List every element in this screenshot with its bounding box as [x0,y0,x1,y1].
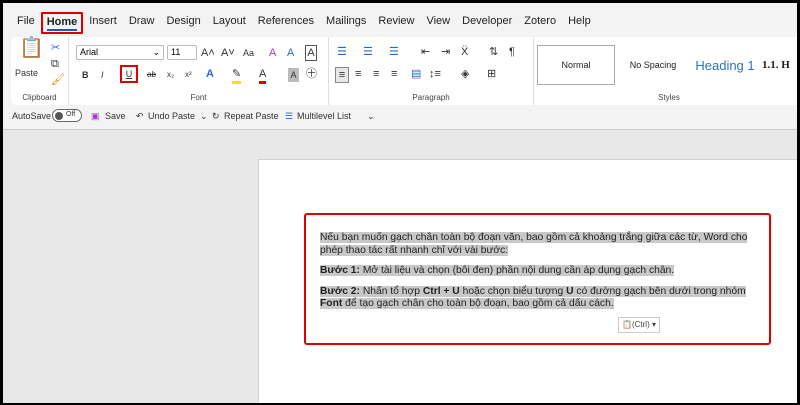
paragraph-group: ☰ ☰ ☰ ⇤ ⇥ Ẍ ⇅ ¶ ≡ ≡ ≡ ≡ ▤ ↕≡ ◈ ⊞ Paragra… [329,37,534,105]
clipboard-icon: 📋 [622,320,632,329]
ribbon-tabs: File Home Insert Draw Design Layout Refe… [3,12,597,34]
underline-button[interactable]: U [120,65,138,83]
multilevel-list-icon[interactable]: ☰ [389,45,399,59]
repeat-icon[interactable]: ↻ [212,111,220,122]
format-painter-icon[interactable]: 🖌 [51,73,65,87]
sort-icon[interactable]: ⇅ [489,45,498,59]
change-case-button[interactable]: Aa [243,46,254,60]
style-heading-2[interactable]: 1.1. H [762,45,797,85]
font-label: Font [190,93,207,102]
distributed-icon[interactable]: ▤ [411,67,421,81]
font-color-icon[interactable]: A [259,67,267,84]
save-icon[interactable]: ▣ [91,111,100,122]
undo-icon[interactable]: ↶ [136,111,144,122]
decrease-indent-icon[interactable]: ⇤ [421,45,430,59]
character-shading-icon[interactable]: A [288,68,299,82]
step-1-text: Mở tài liệu và chọn (bôi đen) phần nội d… [359,265,675,276]
style-heading-1[interactable]: Heading 1 [690,45,760,85]
strikethrough-icon[interactable]: ab [147,68,156,82]
paste-options-button[interactable]: 📋(Ctrl) ▾ [618,317,660,333]
paste-icon[interactable]: 📋 [19,38,44,58]
align-right-icon[interactable]: ≡ [373,67,379,81]
paragraph-intro: Nếu bạn muốn gạch chân toàn bộ đoạn văn,… [320,232,748,256]
tab-mailings[interactable]: Mailings [320,12,372,34]
autosave-toggle[interactable]: Off [52,109,82,122]
copy-icon[interactable]: ⧉ [51,57,59,71]
superscript-button[interactable]: x² [185,68,192,82]
quick-access-toolbar: AutoSave Off ▣ Save ↶ Undo Paste ⌄ ↻ Rep… [3,107,797,127]
font-group: Arial ⌄ 11 A˄ A˅ Aa A A A B I U ab x₂ x² … [69,37,329,105]
autosave-label: AutoSave [12,111,52,121]
font-name-value: Arial [80,47,99,57]
step-2-text-d: để tạo gạch chân cho toàn bộ đoạn, bao g… [342,298,614,309]
font-size-select[interactable]: 11 [167,45,197,60]
paste-options-label: (Ctrl) [631,320,650,329]
autosave-toggle-state: Off [66,111,76,118]
subscript-button[interactable]: x₂ [167,68,174,82]
text-effects-abc-icon[interactable]: A [287,46,294,60]
step-2-font: Font [320,298,343,309]
shading-icon[interactable]: ◈ [461,67,469,81]
font-size-value: 11 [171,47,181,57]
cut-icon[interactable]: ✂ [51,41,60,55]
styles-group: Normal No Spacing Heading 1 1.1. H Style… [534,37,797,105]
align-left-icon[interactable]: ≡ [335,67,349,83]
tab-developer[interactable]: Developer [456,12,518,34]
bold-button[interactable]: B [82,68,89,82]
tab-file[interactable]: File [11,12,41,34]
paragraph-label: Paragraph [412,93,450,102]
tab-review[interactable]: Review [372,12,420,34]
grow-font-icon[interactable]: A˄ [201,46,215,60]
line-spacing-icon[interactable]: ↕≡ [429,67,441,81]
document-text[interactable]: Nếu bạn muốn gạch chân toàn bộ đoạn văn,… [320,232,757,319]
borders-icon[interactable]: ⊞ [487,67,496,81]
tab-insert[interactable]: Insert [83,12,123,34]
align-center-icon[interactable]: ≡ [355,67,361,81]
tab-help[interactable]: Help [562,12,597,34]
italic-button[interactable]: I [101,68,104,82]
step-2-label: Bước 2: [320,285,360,297]
tab-layout[interactable]: Layout [207,12,252,34]
clipboard-group: 📋 Paste ✂ ⧉ 🖌 Clipboard [11,37,69,105]
tab-design[interactable]: Design [160,12,206,34]
bullets-icon[interactable]: ☰ [337,45,347,59]
highlight-color-icon[interactable]: ✎ [232,67,242,84]
paste-button[interactable]: Paste [15,66,38,80]
step-2-text-c: có đường gạch bên dưới trong nhóm [573,285,746,297]
ribbon: 📋 Paste ✂ ⧉ 🖌 Clipboard Arial ⌄ 11 A˄ A˅ … [11,37,797,105]
show-formatting-icon[interactable]: ¶ [509,45,515,59]
multilevel-list-button[interactable]: Multilevel List [297,111,351,121]
justify-icon[interactable]: ≡ [391,67,397,81]
tab-draw[interactable]: Draw [123,12,161,34]
step-2-u: U [566,285,574,297]
tab-view[interactable]: View [420,12,456,34]
step-2-shortcut: Ctrl + U [422,285,460,297]
undo-dropdown-icon[interactable]: ⌄ [200,111,208,122]
save-button[interactable]: Save [105,111,126,121]
repeat-button[interactable]: Repeat Paste [224,111,279,121]
undo-button[interactable]: Undo Paste [148,111,195,121]
tab-home[interactable]: Home [40,12,84,34]
step-1-label: Bước 1: [320,265,360,276]
font-name-select[interactable]: Arial ⌄ [76,45,164,60]
character-border-icon[interactable]: A [305,45,317,61]
text-effects-icon[interactable]: A [206,67,214,81]
customize-qat-icon[interactable]: ⌄ [367,111,375,122]
styles-label: Styles [658,93,680,102]
step-2-text-a: Nhấn tổ hợp [359,285,423,297]
increase-indent-icon[interactable]: ⇥ [441,45,450,59]
numbering-icon[interactable]: ☰ [363,45,373,59]
multilevel-list-icon[interactable]: ☰ [285,111,293,122]
clipboard-label: Clipboard [22,93,57,102]
tab-references[interactable]: References [252,12,320,34]
step-2-text-b: hoặc chọn biểu tượng [459,285,567,297]
style-no-spacing[interactable]: No Spacing [618,45,688,85]
style-normal[interactable]: Normal [537,45,615,85]
tab-zotero[interactable]: Zotero [518,12,562,34]
clear-formatting-icon[interactable]: A [269,46,276,60]
shrink-font-icon[interactable]: A˅ [221,46,235,60]
enclose-characters-icon[interactable]: ㊉ [306,67,317,81]
asian-layout-icon[interactable]: Ẍ [461,45,468,59]
